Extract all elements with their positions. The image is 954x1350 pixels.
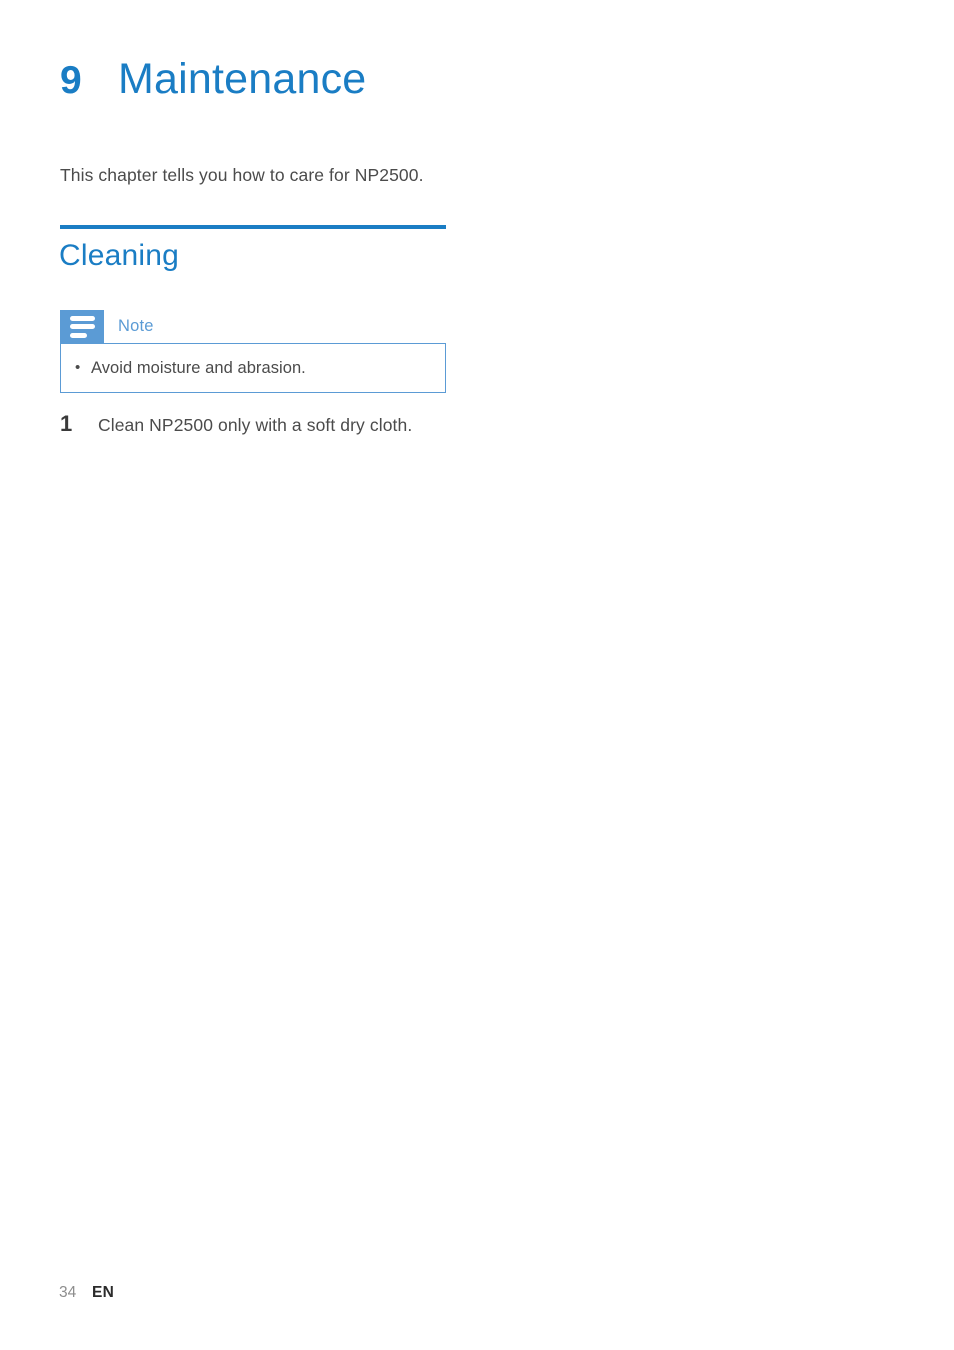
step-number: 1	[60, 411, 73, 436]
note-lines-icon	[60, 310, 104, 343]
chapter-heading: 9 Maintenance	[60, 58, 366, 101]
footer-page-number: 34	[59, 1284, 77, 1301]
page-footer: 34 EN	[59, 1284, 114, 1302]
note-bullet-icon: •	[75, 359, 81, 376]
chapter-number: 9	[60, 59, 82, 102]
note-icon-bar-bottom	[69, 332, 87, 338]
note-item-text: Avoid moisture and abrasion.	[91, 359, 306, 377]
chapter-intro-paragraph: This chapter tells you how to care for N…	[60, 165, 424, 185]
note-list-item: • Avoid moisture and abrasion.	[75, 357, 431, 379]
note-icon-bar-top	[69, 315, 95, 321]
step-list: 1 Clean NP2500 only with a soft dry clot…	[60, 410, 480, 439]
section-heading: Cleaning	[59, 239, 180, 272]
step-text: Clean NP2500 only with a soft dry cloth.	[98, 415, 413, 435]
note-header: Note	[60, 310, 446, 343]
section-divider-rule	[60, 225, 446, 229]
document-page: 9 Maintenance This chapter tells you how…	[0, 0, 954, 1350]
note-icon-bar-middle	[69, 324, 95, 329]
step-item: 1 Clean NP2500 only with a soft dry clot…	[60, 410, 480, 439]
note-block: Note • Avoid moisture and abrasion.	[60, 310, 446, 394]
note-body: • Avoid moisture and abrasion.	[60, 343, 446, 394]
note-label: Note	[118, 317, 154, 335]
footer-language-code: EN	[92, 1284, 115, 1301]
chapter-title: Maintenance	[118, 55, 367, 103]
